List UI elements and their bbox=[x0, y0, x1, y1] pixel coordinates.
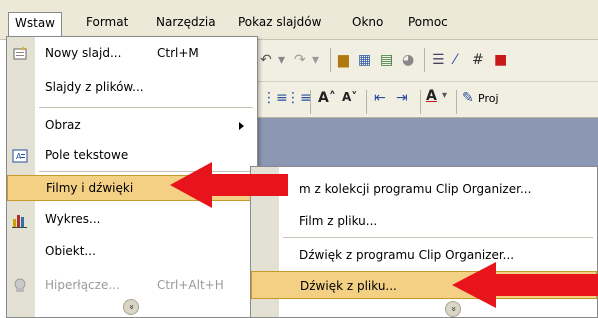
submenu-item-movie-from-clip-organizer[interactable]: m z kolekcji programu Clip Organizer... bbox=[251, 175, 597, 203]
toolbar-separator bbox=[424, 48, 425, 72]
decrease-font-icon[interactable]: A˅ bbox=[342, 90, 357, 104]
submenu-arrow-icon bbox=[239, 122, 244, 130]
menu-item-picture[interactable]: Obraz bbox=[7, 113, 257, 139]
menu-item-chart[interactable]: Wykres... bbox=[7, 207, 257, 233]
submenu-item-label: Dźwięk z pliku... bbox=[300, 279, 397, 293]
menu-item-object[interactable]: Obiekt... bbox=[7, 239, 257, 265]
menu-item-label: Pole tekstowe bbox=[45, 148, 129, 162]
submenu-item-label: Film z pliku... bbox=[299, 214, 378, 228]
menu-item-shortcut: Ctrl+M bbox=[157, 46, 199, 60]
toolbar-separator bbox=[420, 90, 421, 114]
menu-item-new-slide[interactable]: Nowy slajd... Ctrl+M bbox=[7, 41, 257, 67]
submenu-item-movie-from-file[interactable]: Film z pliku... bbox=[251, 207, 597, 235]
svg-text:A: A bbox=[16, 152, 22, 161]
annotation-arrow-icon bbox=[170, 162, 288, 208]
dropdown-icon[interactable]: ▾ bbox=[312, 52, 319, 68]
menu-pokaz-slajdow[interactable]: Pokaz slajdów bbox=[232, 12, 327, 32]
menu-narzedzia[interactable]: Narzędzia bbox=[150, 12, 222, 32]
toolbar-separator bbox=[330, 48, 331, 72]
toolbar-separator bbox=[456, 90, 457, 114]
dropdown-icon[interactable]: ▾ bbox=[442, 90, 447, 101]
slide-design-icon[interactable]: ✎ bbox=[462, 90, 474, 106]
tables-borders-icon[interactable]: ▤ bbox=[380, 52, 393, 68]
font-color-icon[interactable]: A bbox=[426, 88, 437, 104]
projector-label[interactable]: Proj bbox=[478, 92, 499, 105]
text-box-icon: A bbox=[12, 149, 28, 163]
submenu-item-label: Dźwięk z programu Clip Organizer... bbox=[299, 248, 515, 262]
menu-item-label: Obiekt... bbox=[45, 244, 96, 258]
menu-bar: Wstaw Format Narzędzia Pokaz slajdów Okn… bbox=[0, 0, 598, 40]
undo-icon[interactable]: ↶ bbox=[260, 52, 272, 68]
expand-menu-chevron-icon[interactable]: » bbox=[123, 299, 139, 315]
toolbar-separator bbox=[366, 90, 367, 114]
powerpoint-window: Wstaw Format Narzędzia Pokaz slajdów Okn… bbox=[0, 0, 598, 318]
insert-table-icon[interactable]: ▦ bbox=[358, 52, 371, 68]
bullets-icon[interactable]: ⋮≡ bbox=[286, 90, 312, 106]
redo-icon[interactable]: ↷ bbox=[294, 52, 306, 68]
menu-item-slides-from-files[interactable]: Slajdy z plików... bbox=[7, 75, 257, 101]
decrease-indent-icon[interactable]: ⇤ bbox=[374, 90, 386, 106]
menu-item-label: Wykres... bbox=[45, 212, 101, 226]
menu-separator bbox=[283, 237, 593, 238]
menu-format[interactable]: Format bbox=[80, 12, 134, 32]
menu-okno[interactable]: Okno bbox=[346, 12, 389, 32]
menu-item-label: Nowy slajd... bbox=[45, 46, 122, 60]
menu-item-label: Hiperłącze... bbox=[45, 278, 120, 292]
increase-indent-icon[interactable]: ⇥ bbox=[396, 90, 408, 106]
expand-all-icon[interactable]: ☰ bbox=[432, 52, 445, 68]
menu-item-label: Filmy i dźwięki bbox=[46, 181, 134, 195]
new-slide-icon bbox=[13, 46, 27, 60]
menu-separator bbox=[39, 107, 253, 108]
toolbar-separator bbox=[310, 90, 311, 114]
insert-chart-icon[interactable]: ▆ bbox=[338, 52, 349, 68]
dropdown-icon[interactable]: ▾ bbox=[278, 52, 285, 68]
chart-icon bbox=[12, 215, 27, 228]
insert-clipart-icon[interactable]: ◕ bbox=[402, 52, 414, 68]
formatting-toolbar: ⋮≡ ⋮≡ A˄ A˅ ⇤ ⇥ A ▾ ✎ Proj bbox=[248, 82, 598, 118]
show-formatting-icon[interactable]: ⁄ bbox=[454, 52, 456, 68]
menu-item-label: Obraz bbox=[45, 118, 81, 132]
standard-toolbar: ↶ ▾ ↷ ▾ ▆ ▦ ▤ ◕ ☰ ⁄ # ■ bbox=[248, 40, 598, 82]
hyperlink-icon bbox=[14, 278, 26, 292]
menu-item-hyperlink[interactable]: Hiperłącze... Ctrl+Alt+H bbox=[7, 273, 257, 299]
menu-item-shortcut: Ctrl+Alt+H bbox=[157, 278, 224, 292]
increase-font-icon[interactable]: A˄ bbox=[318, 90, 336, 106]
numbering-icon[interactable]: ⋮≡ bbox=[262, 90, 288, 106]
menu-item-label: Slajdy z plików... bbox=[45, 80, 144, 94]
submenu-item-label: m z kolekcji programu Clip Organizer... bbox=[299, 182, 532, 196]
color-grayscale-icon[interactable]: ■ bbox=[494, 52, 507, 68]
menu-pomoc[interactable]: Pomoc bbox=[402, 12, 454, 32]
show-grid-icon[interactable]: # bbox=[472, 52, 484, 68]
annotation-arrow-icon bbox=[452, 262, 598, 308]
